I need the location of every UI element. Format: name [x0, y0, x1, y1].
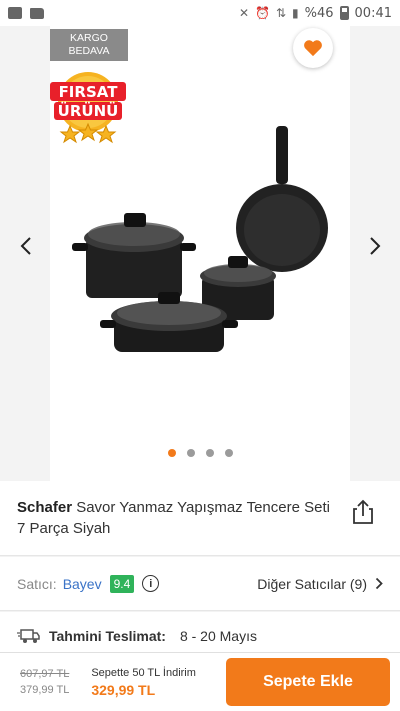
free-shipping-line1: KARGO: [70, 32, 108, 44]
heart-icon: [304, 40, 322, 57]
share-icon: [353, 499, 373, 524]
signal-icon: ▮: [292, 6, 299, 20]
truck-icon: [17, 629, 40, 643]
delivery-label: Tahmini Teslimat:: [49, 628, 166, 644]
add-to-cart-button[interactable]: Sepete Ekle: [226, 658, 390, 706]
product-title: Schafer Savor Yanmaz Yapışmaz Tencere Se…: [17, 497, 340, 539]
product-brand[interactable]: Schafer: [17, 499, 72, 516]
current-price: 379,99 TL: [20, 684, 70, 696]
cart-discount-price: 329,99 TL: [91, 682, 156, 698]
product-title-section: Schafer Savor Yanmaz Yapışmaz Tencere Se…: [0, 481, 400, 556]
free-shipping-line2: BEDAVA: [68, 45, 110, 57]
next-image-button[interactable]: [363, 232, 387, 260]
info-icon[interactable]: i: [142, 575, 160, 592]
other-sellers-link[interactable]: Diğer Satıcılar (9): [257, 576, 383, 592]
cart-discount-label: Sepette 50 TL İndirim: [91, 667, 196, 679]
cart-promo-block: Sepette 50 TL İndirim 329,99 TL: [91, 665, 196, 699]
seller-name-link[interactable]: Bayev: [63, 576, 102, 592]
gallery-notification-icon: [8, 7, 22, 19]
favorite-button[interactable]: [293, 28, 333, 68]
clock: 00:41: [354, 5, 392, 21]
image-pagination[interactable]: [0, 449, 400, 457]
share-button[interactable]: [352, 499, 376, 525]
pagination-dot[interactable]: [186, 449, 195, 457]
product-image: [72, 126, 328, 352]
seller-row: Satıcı: Bayev 9.4 i Diğer Satıcılar (9): [0, 557, 400, 611]
delivery-value: 8 - 20 Mayıs: [179, 628, 257, 644]
alarm-icon: ⏰: [255, 6, 270, 20]
mute-icon: ✕: [238, 6, 249, 20]
battery-icon: [339, 6, 349, 20]
chevron-left-icon: [20, 237, 31, 255]
pagination-dot[interactable]: [224, 449, 233, 457]
previous-image-button[interactable]: [14, 232, 38, 260]
deal-badge-line1: FIRSAT: [59, 83, 119, 101]
status-bar: ✕ ⏰ ⇅ ▮ %46 00:41: [0, 0, 400, 26]
pagination-dot[interactable]: [205, 449, 214, 457]
free-shipping-badge: KARGO BEDAVA: [50, 29, 128, 61]
chevron-right-icon: [370, 237, 381, 255]
chevron-right-icon: [375, 577, 383, 590]
bottom-bar: 607,97 TL 379,99 TL Sepette 50 TL İndiri…: [0, 652, 400, 711]
price-block: 607,97 TL 379,99 TL: [20, 666, 69, 698]
delivery-row: Tahmini Teslimat: 8 - 20 Mayıs: [0, 612, 400, 652]
seller-label: Satıcı:: [17, 575, 57, 592]
network-icon: ⇅: [275, 6, 287, 20]
product-gallery[interactable]: KARGO BEDAVA FIRSAT ÜRÜNÜ: [0, 26, 400, 481]
battery-percent: %46: [304, 5, 334, 21]
folder-notification-icon: [30, 7, 44, 19]
original-price: 607,97 TL: [20, 668, 70, 680]
seller-score-badge: 9.4: [109, 574, 135, 593]
pagination-dot[interactable]: [167, 449, 176, 457]
other-sellers-label: Diğer Satıcılar (9): [257, 575, 367, 592]
